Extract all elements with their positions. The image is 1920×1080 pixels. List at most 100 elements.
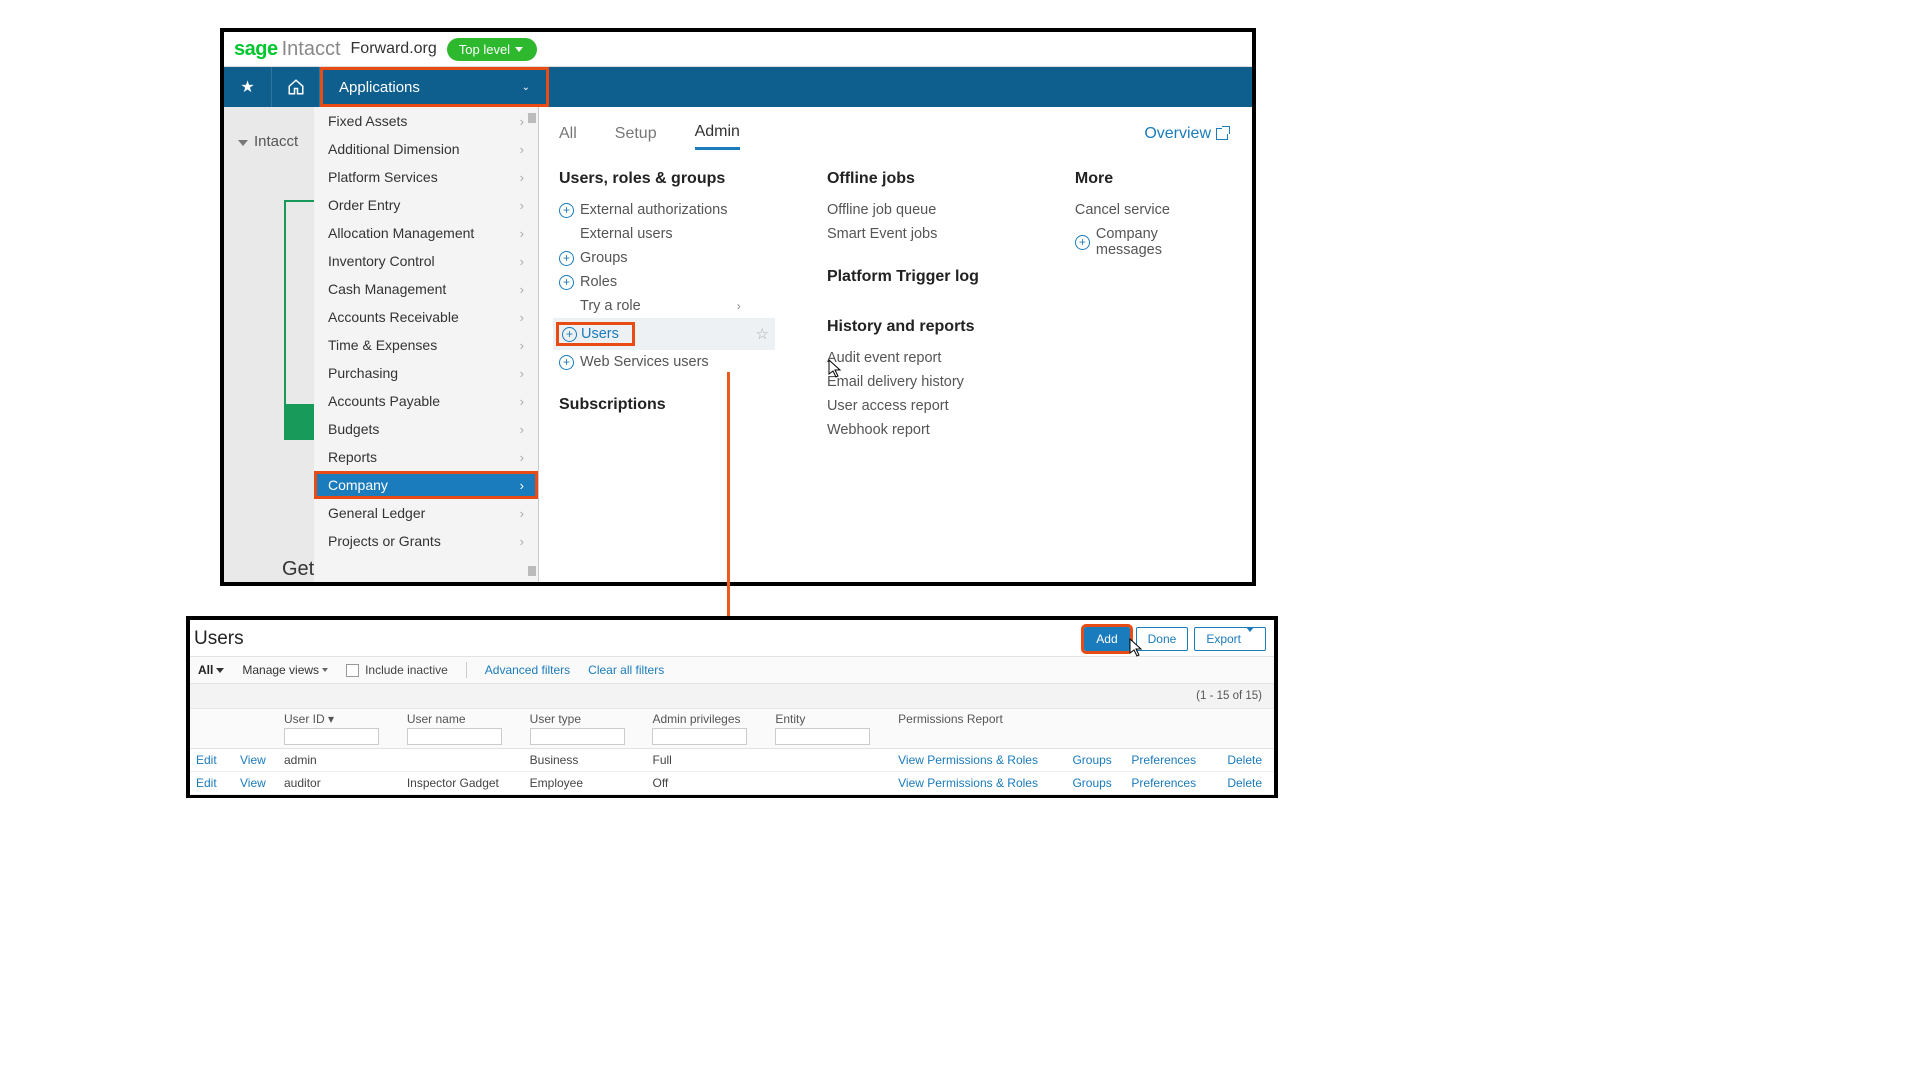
add-button[interactable]: Add (1084, 627, 1129, 651)
sidebar-item-company[interactable]: Company› (314, 471, 538, 499)
tab-all[interactable]: All (559, 119, 577, 149)
sidebar-item-allocation-management[interactable]: Allocation Management› (314, 219, 538, 247)
filter-user-name[interactable] (407, 728, 502, 745)
filter-entity[interactable] (775, 728, 870, 745)
col-perm-report: Permissions Report (892, 709, 1066, 749)
link-company-messages[interactable]: +Company messages (1075, 222, 1228, 262)
done-button[interactable]: Done (1136, 627, 1189, 651)
groups-link[interactable]: Groups (1066, 749, 1125, 772)
home-icon (287, 78, 305, 96)
breadcrumb[interactable]: Intacct (224, 133, 314, 150)
sidebar-item-accounts-payable[interactable]: Accounts Payable› (314, 387, 538, 415)
sidebar-item-purchasing[interactable]: Purchasing› (314, 359, 538, 387)
sidebar-item-order-entry[interactable]: Order Entry› (314, 191, 538, 219)
star-icon (240, 77, 254, 97)
mega-col-jobs: Offline jobs Offline job queue Smart Eve… (827, 170, 1017, 442)
edit-link[interactable]: Edit (190, 772, 234, 795)
favorites-button[interactable] (224, 67, 272, 107)
external-link-icon (1216, 128, 1228, 140)
export-button[interactable]: Export (1194, 627, 1266, 651)
link-audit-event-report[interactable]: Audit event report (827, 346, 1017, 370)
chevron-right-icon: › (520, 114, 524, 129)
link-try-a-role[interactable]: Try a role› (559, 294, 769, 318)
home-button[interactable] (272, 67, 320, 107)
delete-link[interactable]: Delete (1213, 772, 1274, 795)
applications-dropdown[interactable]: Applications ⌄ (320, 67, 549, 107)
top-level-selector[interactable]: Top level (447, 38, 537, 61)
view-link[interactable]: View (234, 749, 278, 772)
col-admin-priv[interactable]: Admin privileges (646, 709, 769, 749)
chevron-right-icon: › (520, 506, 524, 521)
record-count: (1 - 15 of 15) (190, 684, 1274, 709)
sidebar-item-budgets[interactable]: Budgets› (314, 415, 538, 443)
link-cancel-service[interactable]: Cancel service (1075, 198, 1228, 222)
col-user-type[interactable]: User type (524, 709, 647, 749)
page-action-buttons: Add Done Export (1084, 627, 1266, 651)
link-external-users[interactable]: External users (559, 222, 769, 246)
sidebar-item-reports[interactable]: Reports› (314, 443, 538, 471)
sidebar-item-platform-services[interactable]: Platform Services› (314, 163, 538, 191)
perms-link[interactable]: View Permissions & Roles (892, 772, 1066, 795)
sidebar-item-projects-or-grants[interactable]: Projects or Grants› (314, 527, 538, 555)
cell-user-id: admin (278, 749, 401, 772)
table-row: EditViewadminBusinessFullView Permission… (190, 749, 1274, 772)
link-groups[interactable]: +Groups (559, 246, 769, 270)
link-smart-event-jobs[interactable]: Smart Event jobs (827, 222, 1017, 246)
groups-link[interactable]: Groups (1066, 772, 1125, 795)
sidebar-item-cash-management[interactable]: Cash Management› (314, 275, 538, 303)
logo-sage: sage (234, 38, 278, 61)
clear-filters-link[interactable]: Clear all filters (588, 663, 664, 677)
delete-link[interactable]: Delete (1213, 749, 1274, 772)
link-webhook-report[interactable]: Webhook report (827, 418, 1017, 442)
cell-user-name: Inspector Gadget (401, 772, 524, 795)
link-email-delivery-history[interactable]: Email delivery history (827, 370, 1017, 394)
chevron-right-icon: › (520, 422, 524, 437)
users-highlight-box: + Users (556, 322, 635, 346)
mega-col-more: More Cancel service +Company messages (1075, 170, 1228, 442)
perms-link[interactable]: View Permissions & Roles (892, 749, 1066, 772)
sidebar-item-accounts-receivable[interactable]: Accounts Receivable› (314, 303, 538, 331)
background-text: Get (282, 558, 314, 581)
cell-admin-priv: Off (646, 772, 769, 795)
col-entity[interactable]: Entity (769, 709, 892, 749)
sidebar-item-fixed-assets[interactable]: Fixed Assets› (314, 107, 538, 135)
manage-views-dropdown[interactable]: Manage views (242, 663, 328, 677)
chevron-right-icon: › (520, 142, 524, 157)
col-user-id[interactable]: User ID ▾ (278, 709, 401, 749)
heading-history-reports: History and reports (827, 318, 1017, 336)
background-box-filled (284, 406, 314, 440)
link-web-services-users[interactable]: +Web Services users (559, 350, 769, 374)
link-user-access-report[interactable]: User access report (827, 394, 1017, 418)
filter-user-id[interactable] (284, 728, 379, 745)
view-link[interactable]: View (234, 772, 278, 795)
screenshot-top: sage Intacct Forward.org Top level Appli… (220, 28, 1256, 586)
overview-link[interactable]: Overview (1144, 125, 1228, 143)
advanced-filters-link[interactable]: Advanced filters (485, 663, 570, 677)
favorite-star-icon[interactable]: ☆ (755, 325, 768, 343)
col-user-name[interactable]: User name (401, 709, 524, 749)
link-roles[interactable]: +Roles (559, 270, 769, 294)
filter-admin-priv[interactable] (652, 728, 747, 745)
include-inactive-checkbox[interactable]: Include inactive (346, 663, 448, 677)
link-offline-job-queue[interactable]: Offline job queue (827, 198, 1017, 222)
tab-admin[interactable]: Admin (695, 117, 740, 150)
mega-col-users: Users, roles & groups +External authoriz… (559, 170, 769, 442)
chevron-right-icon: › (520, 534, 524, 549)
filter-user-type[interactable] (530, 728, 625, 745)
prefs-link[interactable]: Preferences (1125, 749, 1213, 772)
cell-user-type: Business (524, 749, 647, 772)
sidebar-item-general-ledger[interactable]: General Ledger› (314, 499, 538, 527)
edit-link[interactable]: Edit (190, 749, 234, 772)
main-body: Intacct Get Fixed Assets›Additional Dime… (224, 107, 1252, 582)
link-users-label: Users (581, 326, 619, 342)
sidebar-item-time-expenses[interactable]: Time & Expenses› (314, 331, 538, 359)
link-users-row[interactable]: + Users ☆ (553, 318, 775, 350)
cell-entity (769, 749, 892, 772)
chevron-right-icon: › (520, 198, 524, 213)
tab-setup[interactable]: Setup (615, 119, 657, 149)
sidebar-item-inventory-control[interactable]: Inventory Control› (314, 247, 538, 275)
sidebar-item-additional-dimension[interactable]: Additional Dimension› (314, 135, 538, 163)
link-external-authorizations[interactable]: +External authorizations (559, 198, 769, 222)
view-all-dropdown[interactable]: All (198, 663, 224, 677)
prefs-link[interactable]: Preferences (1125, 772, 1213, 795)
